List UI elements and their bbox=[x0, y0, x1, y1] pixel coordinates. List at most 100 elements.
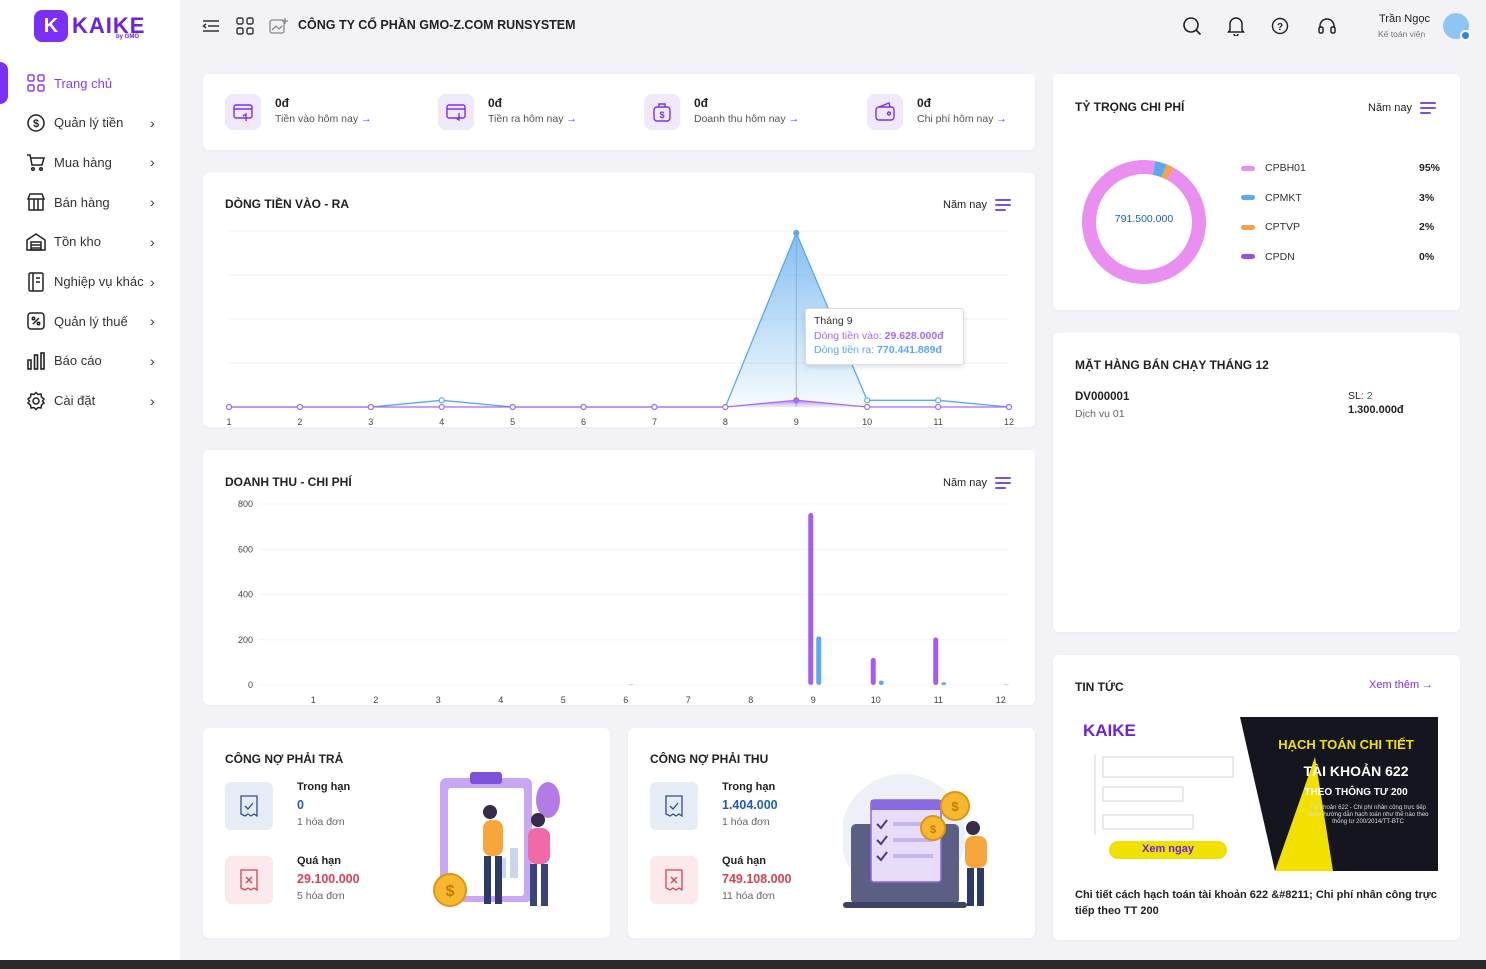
avatar[interactable] bbox=[1443, 13, 1471, 41]
x-tick-label: 7 bbox=[652, 417, 657, 427]
svg-text:?: ? bbox=[1277, 22, 1283, 33]
sidebar-item-6[interactable]: Nghiệp vụ khác › bbox=[0, 262, 180, 302]
news-headline[interactable]: Chi tiết cách hạch toán tài khoản 622 &#… bbox=[1075, 887, 1438, 919]
payable-due-value[interactable]: 0 bbox=[297, 798, 304, 812]
product-code[interactable]: DV000001 bbox=[1075, 391, 1129, 403]
x-tick-label: 3 bbox=[436, 695, 441, 705]
donut-slice[interactable] bbox=[1161, 164, 1174, 180]
svg-text:$: $ bbox=[33, 118, 39, 130]
stat-link[interactable]: Chi phí hôm nay → bbox=[917, 113, 1007, 125]
stat-value: 0đ bbox=[275, 96, 290, 110]
x-tick-label: 3 bbox=[368, 417, 373, 427]
company-name[interactable]: CÔNG TY CỔ PHẦN GMO-Z.COM RUNSYSTEM bbox=[298, 18, 576, 32]
product-amount: 1.300.000đ bbox=[1348, 404, 1404, 416]
cashflow-line-chart: 1 2 3 4 5 6 7 8 9 10 11 12 bbox=[225, 229, 1014, 427]
data-point[interactable] bbox=[225, 403, 233, 411]
data-point[interactable] bbox=[934, 403, 942, 411]
expense-share-period-filter[interactable]: Năm nay bbox=[1368, 102, 1437, 114]
stat-link[interactable]: Doanh thu hôm nay → bbox=[694, 113, 799, 125]
news-banner[interactable]: KAIKE HẠCH TOÁN CHI TIẾT TÀI KHOẢN 622 T… bbox=[1075, 717, 1438, 871]
apps-grid-icon[interactable] bbox=[234, 15, 256, 37]
tooltip-in-label: Dòng tiền vào: bbox=[814, 330, 882, 342]
bar-series-1[interactable] bbox=[870, 657, 876, 685]
receivable-due-value[interactable]: 1.404.000 bbox=[722, 798, 778, 812]
stat-link[interactable]: Tiền vào hôm nay → bbox=[275, 113, 372, 125]
tooltip-title: Tháng 9 bbox=[814, 315, 853, 327]
legend-item[interactable]: CPBH01 95% bbox=[1241, 162, 1441, 174]
bell-icon[interactable] bbox=[1225, 15, 1247, 37]
bar-chart-icon bbox=[26, 351, 46, 371]
legend-swatch bbox=[1241, 165, 1255, 171]
money-bag-icon: $ bbox=[644, 94, 680, 130]
legend-item[interactable]: CPDN 0% bbox=[1241, 251, 1441, 263]
gear-icon bbox=[26, 391, 46, 411]
legend-item[interactable]: CPTVP 2% bbox=[1241, 221, 1441, 233]
sidebar-item-2[interactable]: $ Quản lý tiền › bbox=[0, 103, 180, 143]
sidebar-item-4[interactable]: Bán hàng › bbox=[0, 182, 180, 222]
data-point[interactable] bbox=[651, 403, 658, 411]
data-point[interactable] bbox=[793, 397, 800, 404]
invoice-check-icon bbox=[650, 782, 698, 830]
see-more-link[interactable]: Xem thêm → bbox=[1369, 679, 1433, 691]
qty-value: 2 bbox=[1366, 390, 1373, 402]
bar-series-1[interactable] bbox=[808, 513, 814, 685]
legend-item[interactable]: CPMKT 3% bbox=[1241, 192, 1441, 204]
data-point[interactable] bbox=[438, 403, 445, 411]
search-icon[interactable] bbox=[1181, 15, 1203, 37]
data-point[interactable] bbox=[509, 403, 516, 411]
donut-slice[interactable] bbox=[1152, 161, 1167, 178]
sidebar-item-8[interactable]: Báo cáo › bbox=[0, 341, 180, 381]
help-icon[interactable]: ? bbox=[1269, 15, 1291, 37]
stat-label: Chi phí hôm nay bbox=[917, 113, 994, 125]
menu-collapse-icon[interactable] bbox=[200, 15, 222, 37]
data-point[interactable] bbox=[934, 397, 942, 404]
user-name[interactable]: Trần Ngọc bbox=[1379, 13, 1430, 25]
warehouse-icon bbox=[26, 232, 46, 252]
sidebar-item-label: Cài đặt bbox=[54, 393, 96, 409]
sidebar-item-5[interactable]: Tồn kho › bbox=[0, 222, 180, 262]
chevron-right-icon: › bbox=[150, 273, 155, 290]
notebook-icon bbox=[26, 271, 46, 292]
chevron-right-icon: › bbox=[150, 154, 155, 171]
bar-series-2[interactable] bbox=[941, 682, 947, 685]
data-point[interactable] bbox=[296, 403, 304, 411]
x-tick-label: 9 bbox=[811, 695, 816, 705]
sidebar-item-9[interactable]: Cài đặt › bbox=[0, 381, 180, 421]
card-out-icon bbox=[438, 94, 474, 130]
bar-series-2[interactable] bbox=[816, 636, 822, 685]
stat-link[interactable]: Tiền ra hôm nay → bbox=[488, 113, 577, 125]
x-tick-label: 7 bbox=[686, 695, 691, 705]
headset-icon[interactable] bbox=[1316, 15, 1338, 37]
payable-overdue-count: 5 hóa đơn bbox=[297, 890, 345, 902]
expense-share-title: TỶ TRỌNG CHI PHÍ bbox=[1075, 100, 1185, 114]
tooltip-out-value: 770.441.889đ bbox=[877, 344, 942, 356]
payable-overdue-value[interactable]: 29.100.000 bbox=[297, 872, 360, 886]
data-point[interactable] bbox=[580, 403, 587, 411]
x-tick-label: 8 bbox=[723, 417, 728, 427]
data-point[interactable] bbox=[1005, 403, 1013, 411]
receivable-overdue-value[interactable]: 749.108.000 bbox=[722, 872, 792, 886]
data-point[interactable] bbox=[438, 397, 445, 404]
bar-series-1[interactable] bbox=[933, 637, 939, 685]
sidebar-item-1[interactable]: Trang chủ bbox=[0, 63, 180, 103]
invoice-cross-icon bbox=[225, 856, 273, 904]
data-point[interactable] bbox=[367, 403, 374, 411]
invoice-cross-icon bbox=[650, 856, 698, 904]
data-point[interactable] bbox=[722, 403, 729, 411]
sidebar-item-7[interactable]: Quản lý thuế › bbox=[0, 301, 180, 341]
y-tick-label: 800 bbox=[238, 499, 253, 509]
cart-icon bbox=[26, 152, 46, 172]
best-seller-title: MẶT HÀNG BÁN CHẠY THÁNG 12 bbox=[1075, 358, 1269, 372]
banner-cta-button[interactable]: Xem ngay bbox=[1109, 843, 1227, 855]
kaike-logo[interactable]: K KAIKE by GMO bbox=[34, 10, 145, 42]
bar-series-2[interactable] bbox=[878, 680, 884, 685]
data-point[interactable] bbox=[864, 403, 871, 411]
company-switch-icon[interactable] bbox=[268, 15, 290, 37]
sidebar-item-3[interactable]: Mua hàng › bbox=[0, 142, 180, 182]
legend-percent: 2% bbox=[1419, 221, 1435, 233]
stat-value: 0đ bbox=[917, 96, 932, 110]
chevron-right-icon: › bbox=[150, 114, 155, 131]
data-point[interactable] bbox=[864, 397, 871, 404]
legend-name: CPDN bbox=[1265, 250, 1295, 263]
data-point[interactable] bbox=[793, 229, 800, 237]
